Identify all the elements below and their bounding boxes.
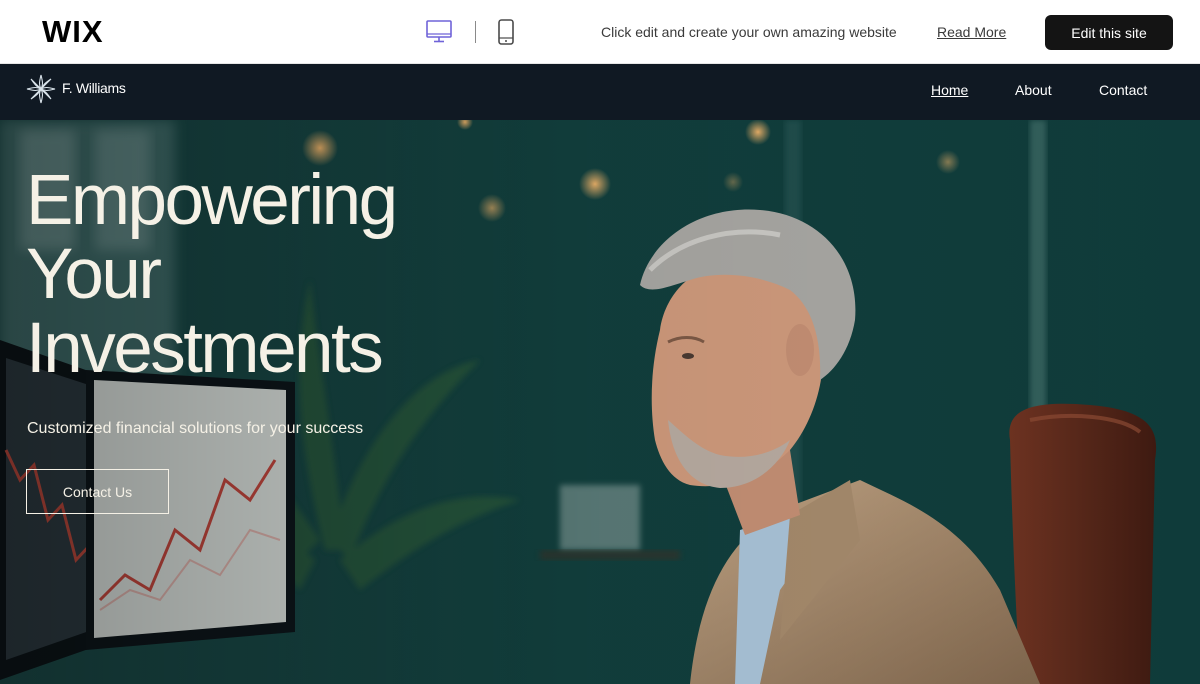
edit-site-button[interactable]: Edit this site (1045, 15, 1173, 50)
hero-title-line: Investments (26, 309, 384, 388)
hero-title-line: Your (26, 235, 162, 314)
star-flower-logo-icon[interactable] (25, 73, 57, 105)
contact-us-button[interactable]: Contact Us (26, 469, 169, 514)
device-divider (475, 21, 476, 43)
hero-title: Empowering Your Investments (26, 164, 586, 386)
promo-text: Click edit and create your own amazing w… (601, 24, 897, 40)
nav-home[interactable]: Home (931, 81, 968, 99)
site-header: F. Williams Home About Contact (0, 64, 1200, 120)
hero-subtitle: Customized financial solutions for your … (27, 420, 364, 437)
wix-logo[interactable]: WIX (42, 14, 104, 50)
brand-name[interactable]: F. Williams (62, 79, 126, 97)
hero-title-line: Empowering (26, 161, 398, 240)
mobile-phone-icon[interactable] (497, 18, 515, 46)
nav-contact[interactable]: Contact (1099, 81, 1147, 99)
read-more-link[interactable]: Read More (937, 23, 1006, 41)
desktop-monitor-icon[interactable] (425, 18, 453, 46)
wix-top-bar: WIX Click edit and create your own amazi… (0, 0, 1200, 64)
hero-section: Empowering Your Investments Customized f… (0, 120, 1200, 684)
nav-about[interactable]: About (1015, 81, 1052, 99)
